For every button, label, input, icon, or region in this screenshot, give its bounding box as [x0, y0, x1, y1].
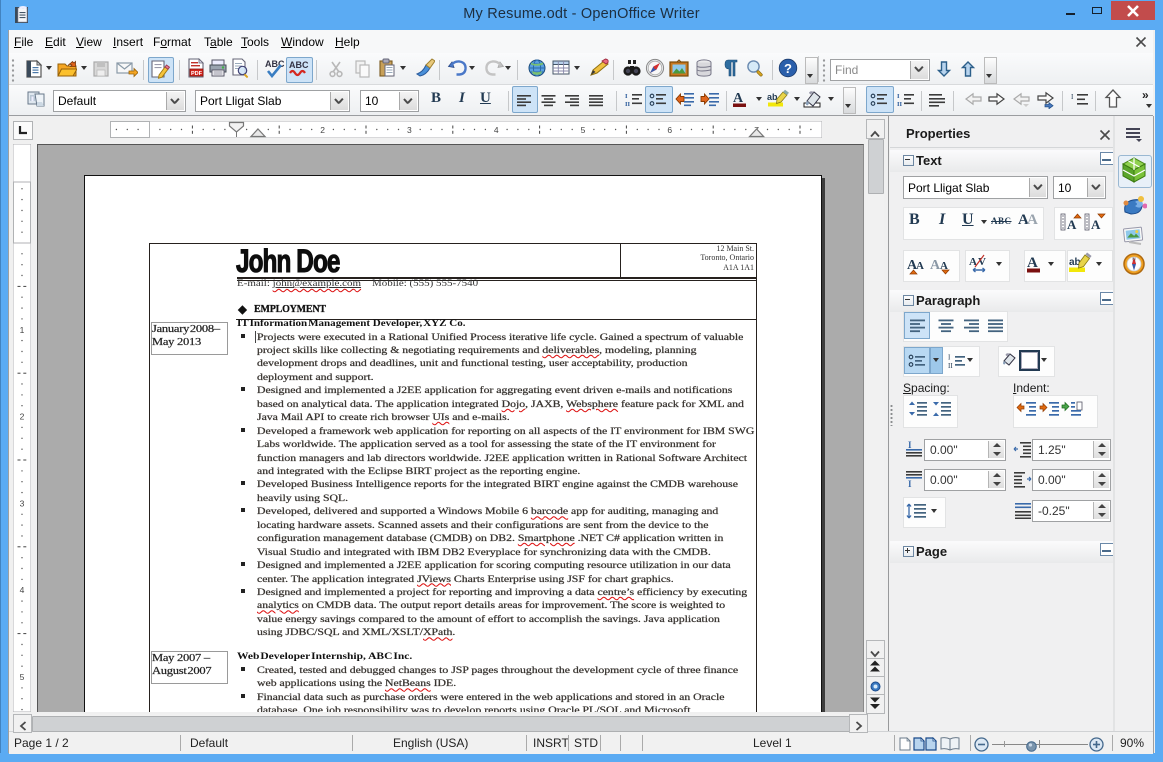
- svg-text:ABC: ABC: [265, 59, 285, 69]
- svg-text:N: N: [1132, 257, 1135, 262]
- svg-text:2: 2: [20, 412, 25, 422]
- svg-text:3: 3: [20, 498, 25, 508]
- svg-text:2: 2: [320, 125, 325, 135]
- svg-text:I: I: [625, 93, 628, 100]
- svg-text:A: A: [916, 260, 924, 272]
- svg-text:ABC: ABC: [289, 60, 309, 70]
- svg-text:I: I: [908, 440, 912, 450]
- svg-text:I: I: [908, 479, 912, 488]
- svg-text:A: A: [1067, 217, 1077, 232]
- svg-text:1: 1: [20, 325, 25, 335]
- svg-text:II: II: [625, 101, 631, 108]
- svg-text:PDF: PDF: [191, 71, 203, 77]
- svg-text:5: 5: [581, 125, 586, 135]
- svg-text:4: 4: [20, 585, 25, 595]
- svg-text:I: I: [948, 354, 951, 362]
- svg-text:A: A: [1091, 217, 1101, 232]
- svg-text:ab: ab: [767, 92, 778, 102]
- svg-text:3: 3: [407, 125, 412, 135]
- svg-text:I: I: [897, 93, 900, 100]
- svg-text:?: ?: [784, 61, 792, 76]
- svg-text:II: II: [948, 362, 953, 369]
- svg-text:I: I: [1071, 93, 1074, 101]
- svg-text:II: II: [897, 101, 903, 108]
- svg-text:5: 5: [20, 672, 25, 682]
- svg-text:6: 6: [667, 125, 672, 135]
- svg-text:4: 4: [494, 125, 499, 135]
- svg-text:A: A: [1027, 212, 1038, 227]
